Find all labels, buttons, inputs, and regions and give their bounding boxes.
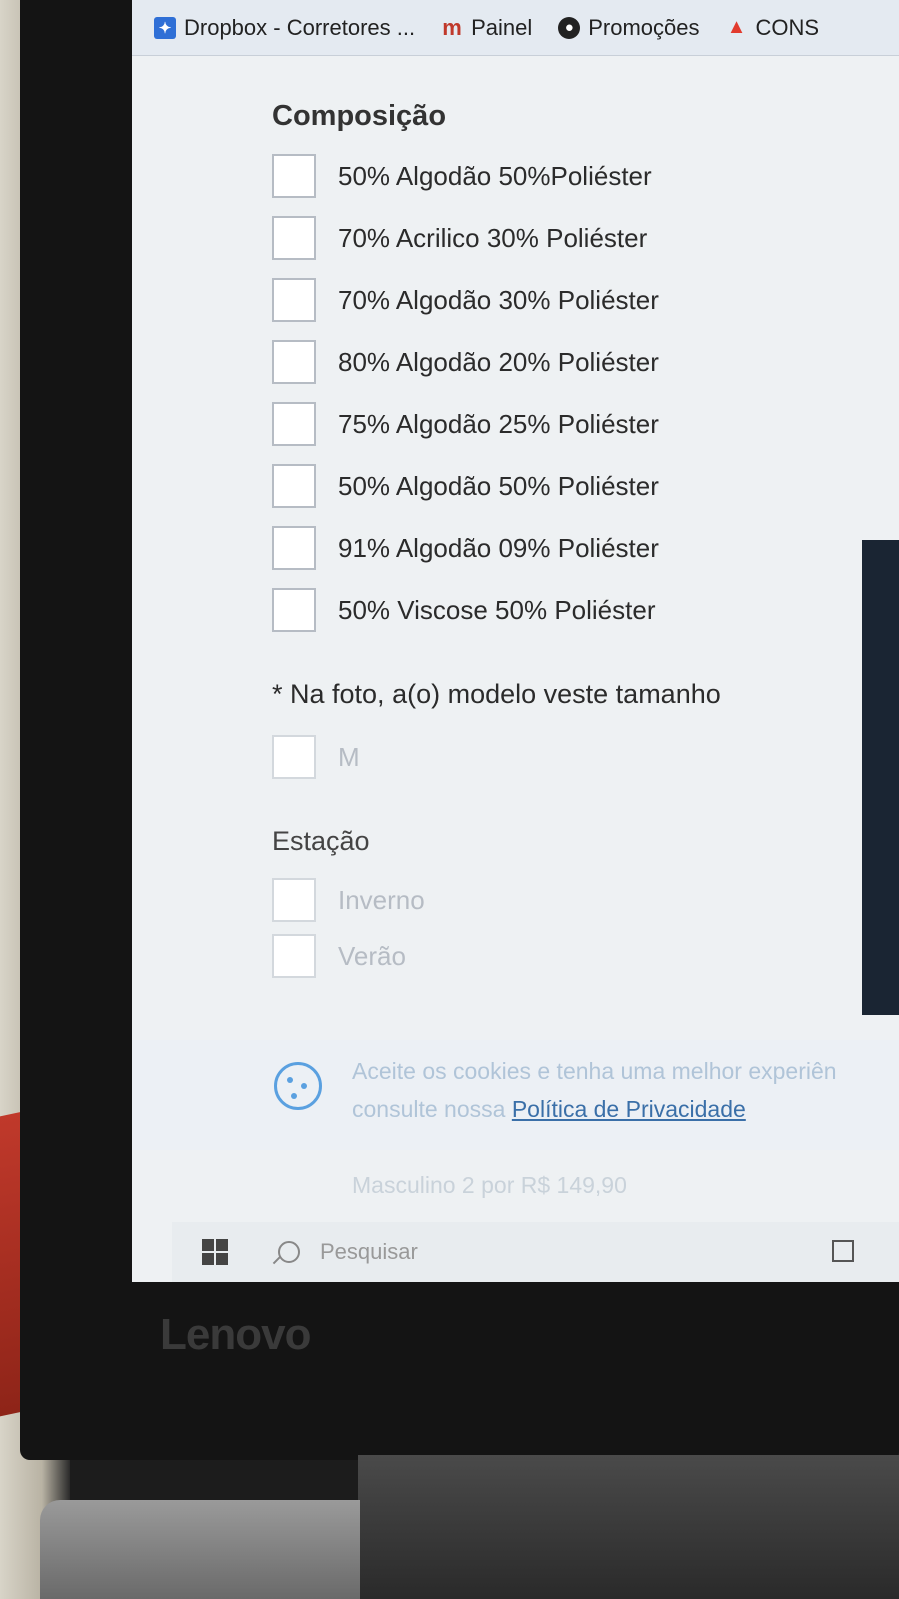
bookmark-label: Dropbox - Corretores ... <box>184 14 416 40</box>
checkbox[interactable] <box>272 154 316 198</box>
windows-taskbar: Pesquisar <box>172 1222 899 1282</box>
search-icon[interactable] <box>278 1241 300 1263</box>
taskbar-search-input[interactable]: Pesquisar <box>320 1239 418 1265</box>
cookie-text-prefix: consulte nossa <box>352 1096 512 1122</box>
checkbox[interactable] <box>272 278 316 322</box>
composition-option[interactable]: 50% Algodão 50% Poliéster <box>272 455 892 517</box>
checkbox[interactable] <box>272 735 316 779</box>
page-image-edge <box>862 540 899 1015</box>
cookie-text: Aceite os cookies e tenha uma melhor exp… <box>352 1052 837 1128</box>
composition-option[interactable]: 50% Algodão 50%Poliéster <box>272 145 892 207</box>
composition-option[interactable]: 70% Algodão 30% Poliéster <box>272 269 892 331</box>
bookmark-label: Promoções <box>588 14 700 40</box>
laptop-hinge <box>358 1455 899 1599</box>
product-filter-panel: Composição 50% Algodão 50%Poliéster 70% … <box>272 100 892 987</box>
option-label: 50% Algodão 50% Poliéster <box>338 470 659 501</box>
cons-icon: ▲ <box>726 16 747 38</box>
season-option[interactable]: Verão <box>272 925 892 987</box>
checkbox[interactable] <box>272 464 316 508</box>
cookie-text-line2: consulte nossa Política de Privacidade <box>352 1090 837 1128</box>
season-option[interactable]: Inverno <box>272 869 892 931</box>
bookmark-painel[interactable]: m Painel <box>441 15 532 41</box>
composition-option[interactable]: 50% Viscose 50% Poliéster <box>272 579 892 641</box>
bookmark-label: CONS <box>755 14 820 40</box>
composition-title: Composição <box>272 100 447 132</box>
checkbox[interactable] <box>272 588 316 632</box>
painel-icon: m <box>442 14 462 40</box>
checkbox[interactable] <box>272 402 316 446</box>
cookie-banner: Aceite os cookies e tenha uma melhor exp… <box>132 1040 899 1150</box>
option-label: 91% Algodão 09% Poliéster <box>338 532 659 563</box>
laptop-base <box>40 1500 360 1599</box>
option-label: Verão <box>338 940 406 971</box>
size-title: * Na foto, a(o) modelo veste tamanho <box>272 679 721 709</box>
composition-option[interactable]: 80% Algodão 20% Poliéster <box>272 331 892 393</box>
option-label: 50% Viscose 50% Poliéster <box>338 594 656 625</box>
windows-start-icon[interactable] <box>202 1239 228 1265</box>
cookie-text-line1: Aceite os cookies e tenha uma melhor exp… <box>352 1058 837 1084</box>
lenovo-logo: Lenovo <box>160 1310 311 1359</box>
season-title: Estação <box>272 826 370 856</box>
checkbox[interactable] <box>272 340 316 384</box>
bookmark-dropbox[interactable]: ✦ Dropbox - Corretores ... <box>154 15 415 41</box>
option-label: 75% Algodão 25% Poliéster <box>338 408 659 439</box>
privacy-policy-link[interactable]: Política de Privacidade <box>512 1096 746 1122</box>
option-label: M <box>338 741 360 772</box>
bookmark-cons[interactable]: ▲ CONS <box>726 14 820 41</box>
checkbox[interactable] <box>272 878 316 922</box>
checkbox[interactable] <box>272 526 316 570</box>
dropbox-icon: ✦ <box>154 16 176 39</box>
task-view-icon[interactable] <box>832 1240 854 1262</box>
option-label: 80% Algodão 20% Poliéster <box>338 346 659 377</box>
cookie-icon <box>274 1062 322 1110</box>
promo-text: Masculino 2 por R$ 149,90 <box>352 1172 627 1198</box>
option-label: 70% Acrilico 30% Poliéster <box>338 222 648 253</box>
composition-option[interactable]: 75% Algodão 25% Poliéster <box>272 393 892 455</box>
composition-option[interactable]: 70% Acrilico 30% Poliéster <box>272 207 892 269</box>
promocoes-icon: ● <box>558 16 581 39</box>
composition-option[interactable]: 91% Algodão 09% Poliéster <box>272 517 892 579</box>
checkbox[interactable] <box>272 216 316 260</box>
option-label: 50% Algodão 50%Poliéster <box>338 160 652 191</box>
composition-options: 50% Algodão 50%Poliéster 70% Acrilico 30… <box>272 145 892 641</box>
size-option[interactable]: M <box>272 726 892 788</box>
checkbox[interactable] <box>272 934 316 978</box>
option-label: 70% Algodão 30% Poliéster <box>338 284 659 315</box>
option-label: Inverno <box>338 884 425 915</box>
screen: ✦ Dropbox - Corretores ... m Painel ● Pr… <box>132 0 899 1282</box>
bookmarks-bar: ✦ Dropbox - Corretores ... m Painel ● Pr… <box>132 0 899 56</box>
bookmark-promocoes[interactable]: ● Promoções <box>558 14 700 41</box>
bookmark-label: Painel <box>471 14 533 40</box>
